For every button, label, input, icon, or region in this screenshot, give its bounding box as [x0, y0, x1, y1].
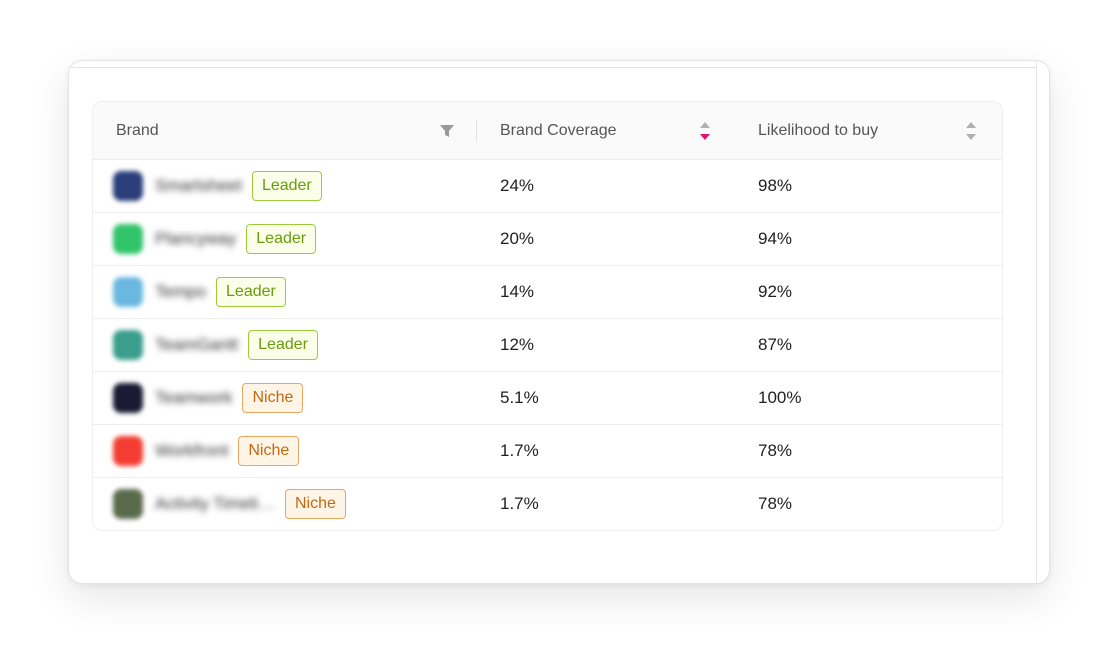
brand-logo	[113, 383, 143, 413]
table-row[interactable]: Plancyway Leader 20% 94%	[93, 213, 1002, 266]
brand-logo	[113, 224, 143, 254]
sort-icon[interactable]	[965, 120, 977, 142]
tier-badge: Niche	[238, 436, 300, 466]
column-header-likelihood-label: Likelihood to buy	[758, 121, 879, 139]
tier-badge: Leader	[251, 171, 322, 201]
brand-table: Brand Brand Coverage Likelihood to buy S…	[92, 101, 1003, 531]
coverage-cell: 5.1%	[500, 388, 539, 407]
table-body: Smartsheet Leader 24% 98% Plancyway Leader 20%…	[93, 160, 1002, 530]
column-header-brand[interactable]: Brand	[116, 102, 456, 159]
coverage-cell: 24%	[500, 176, 535, 195]
column-header-brand-coverage[interactable]: Brand Coverage	[500, 102, 720, 159]
coverage-cell: 12%	[500, 335, 535, 354]
brand-name[interactable]: TeamGantt	[155, 335, 238, 355]
tier-badge: Leader	[246, 224, 317, 254]
coverage-cell: 14%	[500, 282, 535, 301]
card-scrollbar-edge	[1036, 61, 1037, 583]
brand-cell: Activity Timeli… Niche	[113, 478, 346, 530]
brand-name[interactable]: Plancyway	[155, 229, 236, 249]
likelihood-cell: 87%	[758, 335, 793, 354]
card-divider	[69, 67, 1036, 68]
brand-cell: Teamwork Niche	[113, 372, 304, 424]
column-header-likelihood[interactable]: Likelihood to buy	[758, 102, 978, 159]
brand-cell: Smartsheet Leader	[113, 160, 322, 212]
brand-cell: Workfront Niche	[113, 425, 300, 477]
coverage-cell: 1.7%	[500, 441, 539, 460]
likelihood-cell: 98%	[758, 176, 793, 195]
brand-name[interactable]: Tempo	[155, 282, 206, 302]
tier-badge: Niche	[284, 489, 346, 519]
brand-logo	[113, 436, 143, 466]
brand-logo	[113, 277, 143, 307]
brand-name[interactable]: Activity Timeli…	[155, 494, 275, 514]
table-row[interactable]: Smartsheet Leader 24% 98%	[93, 160, 1002, 213]
table-row[interactable]: TeamGantt Leader 12% 87%	[93, 319, 1002, 372]
likelihood-cell: 94%	[758, 229, 793, 248]
brand-logo	[113, 330, 143, 360]
brand-cell: Plancyway Leader	[113, 213, 317, 265]
sort-descending-icon[interactable]	[699, 120, 711, 142]
likelihood-cell: 78%	[758, 441, 793, 460]
likelihood-cell: 78%	[758, 494, 793, 513]
table-row[interactable]: Tempo Leader 14% 92%	[93, 266, 1002, 319]
brand-name[interactable]: Teamwork	[155, 388, 232, 408]
coverage-cell: 1.7%	[500, 494, 539, 513]
header-divider	[476, 120, 477, 142]
brand-logo	[113, 171, 143, 201]
tier-badge: Niche	[242, 383, 304, 413]
column-header-brand-label: Brand	[116, 121, 159, 139]
brand-name[interactable]: Smartsheet	[155, 176, 242, 196]
brand-logo	[113, 489, 143, 519]
likelihood-cell: 100%	[758, 388, 802, 407]
column-header-brand-coverage-label: Brand Coverage	[500, 121, 617, 139]
table-row[interactable]: Workfront Niche 1.7% 78%	[93, 425, 1002, 478]
brand-name[interactable]: Workfront	[155, 441, 228, 461]
table-row[interactable]: Activity Timeli… Niche 1.7% 78%	[93, 478, 1002, 530]
brand-cell: TeamGantt Leader	[113, 319, 318, 371]
tier-badge: Leader	[248, 330, 318, 360]
filter-icon[interactable]	[439, 124, 455, 138]
coverage-cell: 20%	[500, 229, 535, 248]
brand-cell: Tempo Leader	[113, 266, 286, 318]
likelihood-cell: 92%	[758, 282, 793, 301]
table-header: Brand Brand Coverage Likelihood to buy	[93, 102, 1002, 160]
tier-badge: Leader	[216, 277, 286, 307]
table-card: Brand Brand Coverage Likelihood to buy S…	[68, 60, 1050, 584]
table-row[interactable]: Teamwork Niche 5.1% 100%	[93, 372, 1002, 425]
